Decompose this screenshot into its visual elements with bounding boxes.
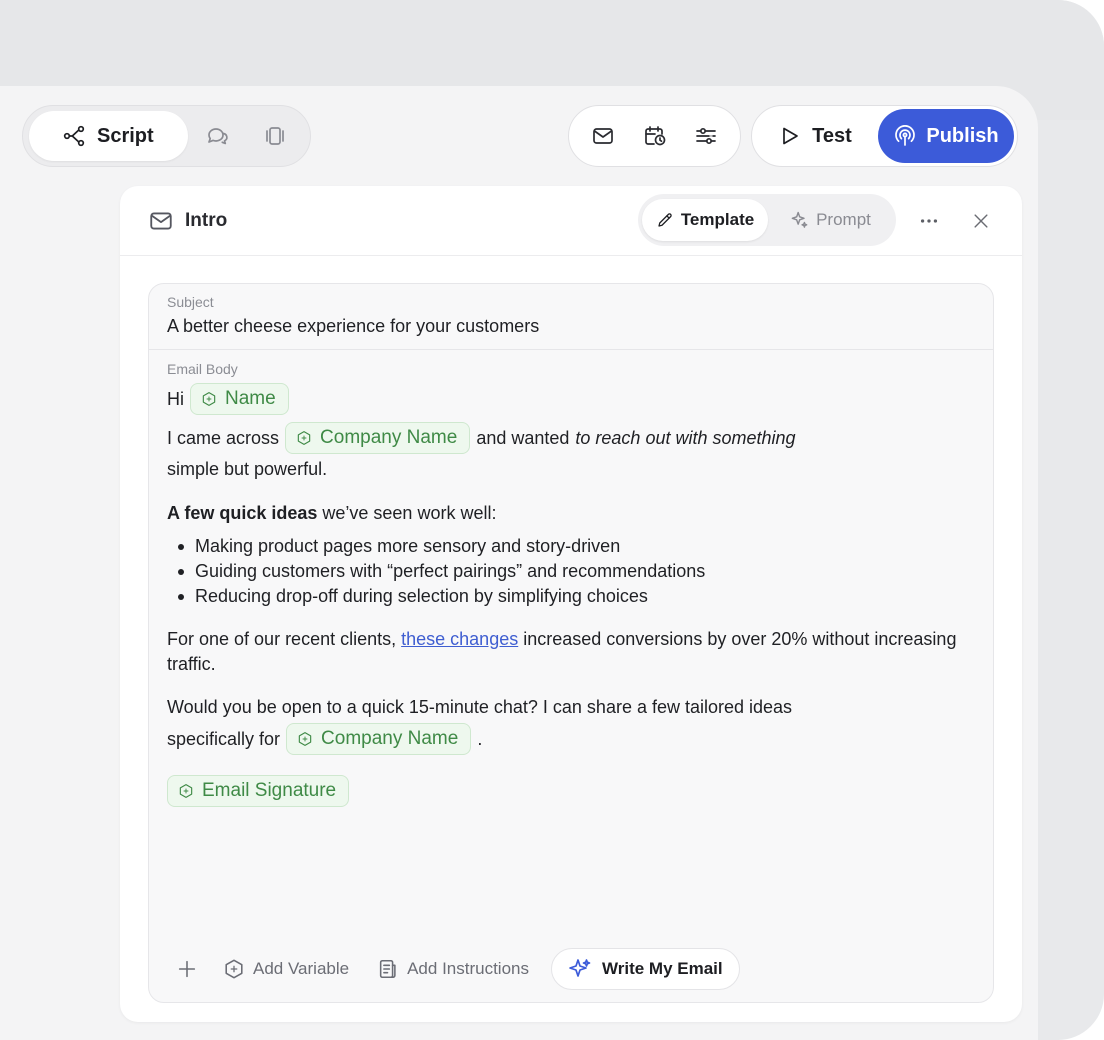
- script-tab-label: Script: [97, 124, 154, 147]
- add-instructions-label: Add Instructions: [407, 959, 529, 978]
- ellipsis-icon: [918, 210, 940, 232]
- bold-text: A few quick ideas: [167, 503, 318, 523]
- test-button-label: Test: [812, 124, 852, 147]
- card-title-text: Intro: [185, 209, 228, 231]
- paragraph-text: specifically for: [167, 729, 281, 749]
- add-block-button[interactable]: [165, 948, 209, 990]
- editor-footer: Add Variable Add Instructions Write My E…: [165, 948, 740, 990]
- card-title: Intro: [148, 208, 227, 234]
- plus-icon: [176, 958, 198, 980]
- document-icon: [377, 958, 399, 980]
- email-body[interactable]: Email Body Hi Name I came across Company…: [149, 350, 993, 807]
- template-mode-label: Template: [680, 210, 755, 229]
- variable-chip-label: Company Name: [320, 427, 458, 448]
- chat-view-button[interactable]: [188, 111, 246, 161]
- email-body-label: Email Body: [167, 361, 238, 377]
- carousel-icon: [263, 124, 287, 148]
- close-button[interactable]: [966, 206, 996, 236]
- add-instructions-button[interactable]: Add Instructions: [363, 948, 543, 990]
- paragraph-3: For one of our recent clients, these cha…: [167, 627, 975, 677]
- broadcast-icon: [893, 124, 917, 148]
- list-item: Guiding customers with “perfect pairings…: [167, 559, 975, 584]
- prompt-mode-button[interactable]: Prompt: [768, 199, 892, 241]
- paragraph-1-line-1: I came across Company Name and wanted to…: [167, 422, 975, 454]
- email-editor: Subject A better cheese experience for y…: [148, 283, 994, 1003]
- prompt-mode-label: Prompt: [816, 210, 871, 229]
- variable-chip-label: Company Name: [321, 728, 459, 749]
- script-tab[interactable]: Script: [29, 111, 188, 161]
- pencil-icon: [656, 211, 674, 229]
- test-button[interactable]: Test: [752, 109, 878, 163]
- variable-hexagon-icon: [178, 783, 194, 799]
- write-my-email-label: Write My Email: [602, 959, 723, 978]
- list-item: Making product pages more sensory and st…: [167, 534, 975, 559]
- ideas-list: Making product pages more sensory and st…: [167, 534, 975, 609]
- variable-hexagon-icon: [296, 430, 312, 446]
- settings-button[interactable]: [686, 116, 726, 156]
- paragraph-4-line-1: Would you be open to a quick 15-minute c…: [167, 697, 793, 717]
- card-header: Intro Template Prompt: [120, 186, 1022, 256]
- subject-input[interactable]: A better cheese experience for your cust…: [167, 316, 975, 337]
- signature-line: Email Signature: [167, 775, 975, 807]
- variable-chip-label: Email Signature: [202, 780, 337, 801]
- subject-label: Subject: [167, 294, 214, 310]
- variable-hexagon-icon: [201, 391, 217, 407]
- greeting-text: Hi: [167, 389, 184, 409]
- italic-text: to reach out with something: [575, 428, 796, 448]
- view-switcher: Script: [22, 105, 311, 167]
- add-variable-label: Add Variable: [253, 959, 350, 978]
- publish-button-label: Publish: [926, 124, 999, 147]
- paragraph-1-line-2: simple but powerful.: [167, 459, 328, 479]
- chat-bubbles-icon: [205, 124, 229, 148]
- envelope-icon: [148, 208, 174, 234]
- paragraph-text: .: [477, 729, 483, 749]
- paragraph-text: we’ve seen work well:: [317, 503, 497, 523]
- sliders-icon: [694, 124, 718, 148]
- channel-tools: [568, 105, 741, 167]
- play-icon: [778, 124, 802, 148]
- paragraph-text: I came across: [167, 428, 280, 448]
- email-channel-button[interactable]: [583, 116, 623, 156]
- email-step-card: Intro Template Prompt Subject A better c…: [120, 186, 1022, 1022]
- mode-toggle: Template Prompt: [638, 194, 896, 246]
- publish-button[interactable]: Publish: [878, 109, 1014, 163]
- variable-chip-company[interactable]: Company Name: [285, 422, 471, 454]
- variable-hexagon-icon: [223, 958, 245, 980]
- inline-link[interactable]: these changes: [401, 629, 518, 649]
- close-icon: [971, 211, 991, 231]
- paragraph-2: A few quick ideas we’ve seen work well:: [167, 500, 975, 526]
- variable-chip-name[interactable]: Name: [190, 383, 289, 415]
- carousel-view-button[interactable]: [246, 111, 304, 161]
- variable-chip-signature[interactable]: Email Signature: [167, 775, 350, 807]
- more-options-button[interactable]: [912, 206, 946, 236]
- paragraph-text: For one of our recent clients,: [167, 629, 402, 649]
- subject-field[interactable]: Subject A better cheese experience for y…: [149, 284, 993, 350]
- add-variable-button[interactable]: Add Variable: [209, 948, 363, 990]
- paragraph-text: and wanted: [476, 428, 570, 448]
- paragraph-4-line-2: specifically for Company Name .: [167, 723, 975, 755]
- variable-chip-label: Name: [225, 388, 276, 409]
- flow-nodes-icon: [63, 124, 87, 148]
- run-actions: Test Publish: [751, 105, 1018, 167]
- variable-chip-company[interactable]: Company Name: [286, 723, 472, 755]
- greeting-line: Hi Name: [167, 383, 975, 415]
- sparkle-icon: [568, 957, 592, 981]
- calendar-clock-icon: [643, 124, 667, 148]
- write-my-email-button[interactable]: Write My Email: [551, 948, 740, 990]
- variable-hexagon-icon: [297, 731, 313, 747]
- template-mode-button[interactable]: Template: [642, 199, 768, 241]
- list-item: Reducing drop-off during selection by si…: [167, 584, 975, 609]
- schedule-button[interactable]: [635, 116, 675, 156]
- sparkle-icon: [789, 210, 809, 230]
- envelope-icon: [591, 124, 615, 148]
